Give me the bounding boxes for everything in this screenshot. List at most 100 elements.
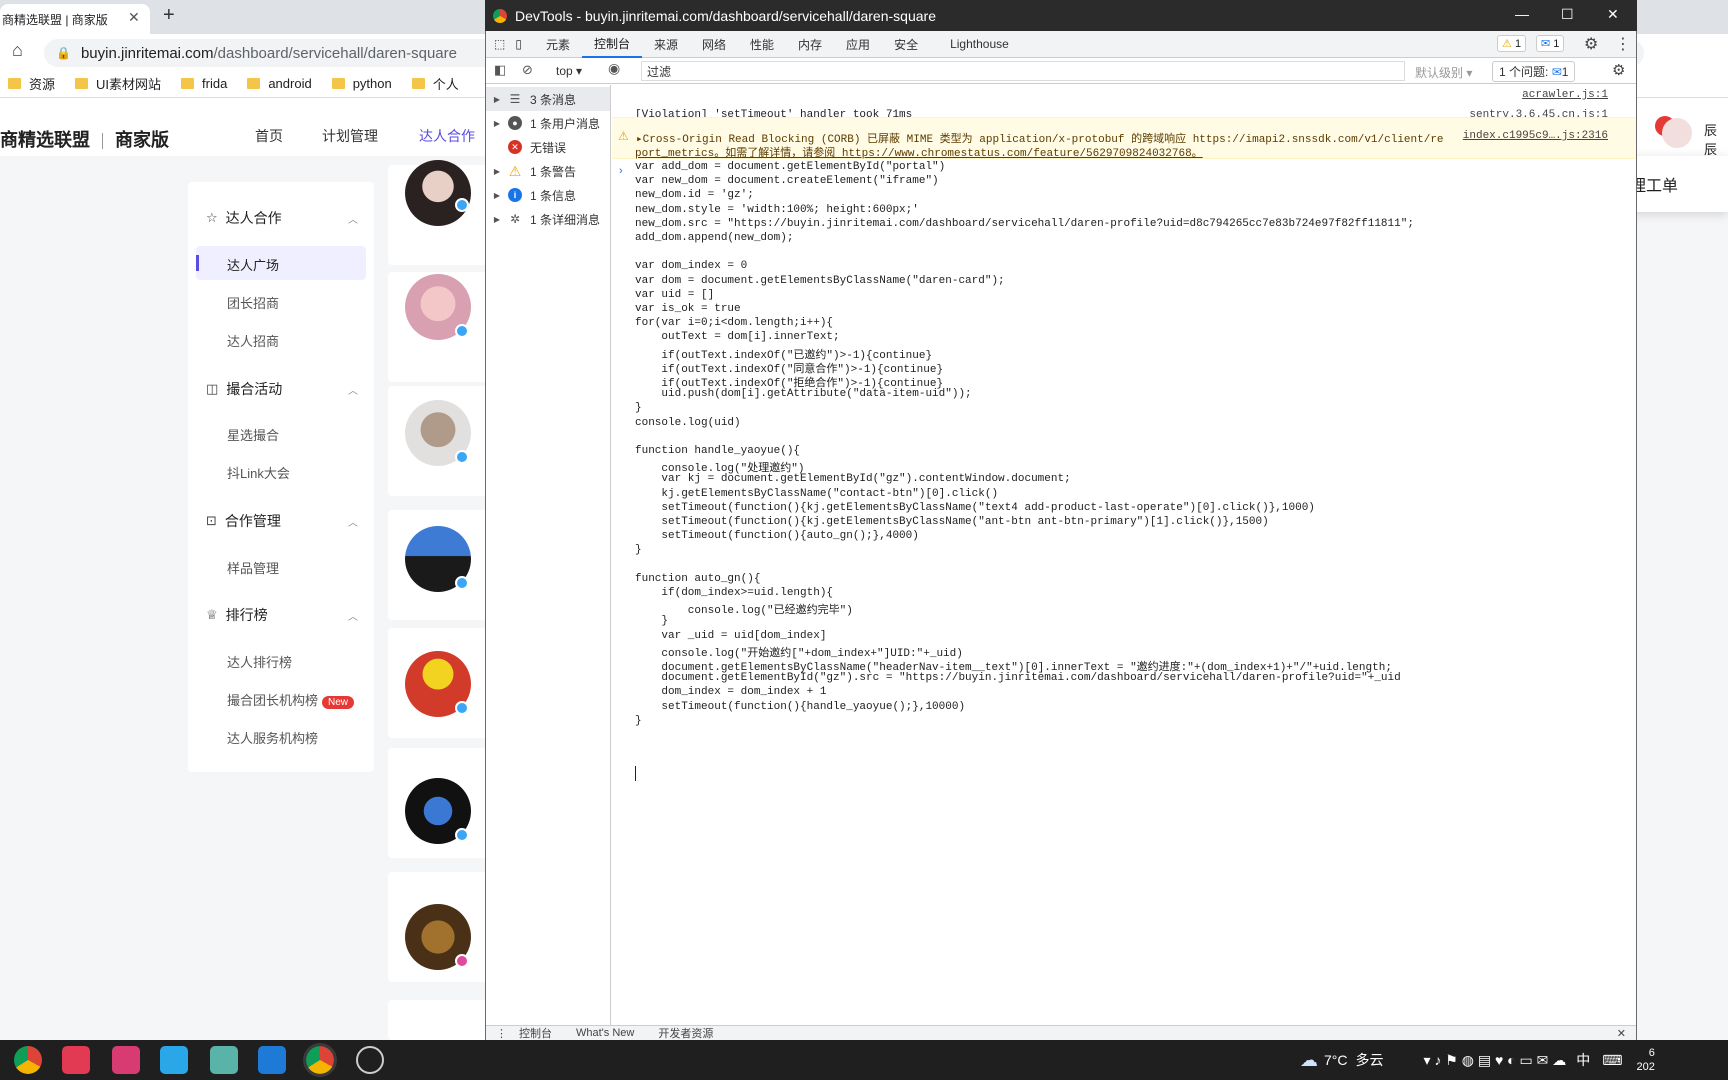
context-select[interactable]: top ▾ — [556, 64, 582, 78]
app-icon[interactable] — [160, 1046, 188, 1074]
bookmark-item[interactable]: frida — [181, 76, 227, 91]
code-line: setTimeout(function(){kj.getElementsByCl… — [635, 501, 1315, 514]
app-icon[interactable] — [62, 1046, 90, 1074]
tab-elements[interactable]: 元素 — [534, 31, 582, 58]
sidebar-item-daren-zhaoshang[interactable]: 达人招商 — [227, 331, 279, 350]
sidebar-group-cuohe[interactable]: ◫ 撮合活动 ︿ — [206, 379, 358, 399]
sidebar-toggle-icon[interactable]: ◧ — [494, 62, 506, 78]
tab-application[interactable]: 应用 — [834, 31, 882, 58]
username: 辰辰 — [1704, 123, 1718, 157]
sidebar-item-tuanzhang[interactable]: 团长招商 — [227, 293, 279, 312]
lock-icon: 🔒 — [56, 46, 71, 60]
nav-plan[interactable]: 计划管理 — [322, 126, 378, 146]
new-tab-icon[interactable]: + — [163, 4, 175, 27]
sidebar-messages[interactable]: ▶ ☰ 3 条消息 — [486, 87, 610, 111]
more-icon[interactable]: ⋮ — [1615, 34, 1631, 54]
handshake-icon: ⊡ — [206, 513, 217, 528]
bug-icon: ✲ — [509, 212, 521, 226]
nav-daren[interactable]: 达人合作 — [419, 126, 475, 146]
level-select[interactable]: 默认级别 ▾ — [1415, 64, 1472, 81]
sidebar-group-rank[interactable]: ♕ 排行榜 ︿ — [206, 605, 358, 625]
console-settings-icon[interactable]: ⚙ — [1612, 61, 1625, 79]
sidebar-group-hezuo[interactable]: ⊡ 合作管理 ︿ — [206, 511, 358, 531]
tab-network[interactable]: 网络 — [690, 31, 738, 58]
avatar[interactable] — [1662, 118, 1692, 148]
daren-card[interactable] — [388, 1000, 488, 1040]
clear-icon[interactable]: ⊘ — [522, 62, 533, 78]
vscode-icon[interactable] — [258, 1046, 286, 1074]
close-icon[interactable]: ✕ — [1617, 1027, 1626, 1040]
code-line: for(var i=0;i<dom.length;i++){ — [635, 317, 834, 330]
sidebar-item-service-rank[interactable]: 达人服务机构榜 — [227, 728, 318, 747]
code-line: } — [635, 714, 642, 727]
gender-icon — [455, 198, 469, 212]
code-line: } — [635, 402, 642, 415]
gear-icon[interactable]: ⚙ — [1584, 34, 1598, 54]
eye-icon[interactable]: ◉ — [608, 60, 620, 77]
console-cursor[interactable] — [635, 766, 636, 781]
code-line: outText = dom[i].innerText; — [635, 331, 840, 344]
sidebar-item-yangpin[interactable]: 样品管理 — [227, 558, 279, 577]
close-icon[interactable]: ✕ — [128, 9, 140, 26]
code-line: var _uid = uid[dom_index] — [635, 629, 827, 642]
app-icon[interactable] — [112, 1046, 140, 1074]
tab-performance[interactable]: 性能 — [738, 31, 786, 58]
minimize-icon[interactable]: — — [1515, 6, 1529, 22]
inspect-icon[interactable]: ⬚ — [486, 31, 511, 58]
weather-desc: 多云 — [1355, 1052, 1384, 1068]
drawer-tab-devresources[interactable]: 开发者资源 — [658, 1025, 713, 1041]
tab-sources[interactable]: 来源 — [642, 31, 690, 58]
sidebar-verbose[interactable]: ▶ ✲ 1 条详细消息 — [486, 207, 610, 231]
code-line: function handle_yaoyue(){ — [635, 445, 801, 457]
list-icon: ☰ — [509, 92, 521, 106]
code-line: var dom = document.getElementsByClassNam… — [635, 274, 1005, 287]
sidebar-errors[interactable]: ✕ 无错误 — [486, 135, 610, 159]
tab-lighthouse[interactable]: Lighthouse — [938, 31, 1021, 58]
warning-count[interactable]: ⚠ 1 — [1497, 35, 1527, 52]
sidebar-user-messages[interactable]: ▶ ● 1 条用户消息 — [486, 111, 610, 135]
sidebar-item-daren-rank[interactable]: 达人排行榜 — [227, 652, 292, 671]
tab-console[interactable]: 控制台 — [581, 31, 642, 58]
home-icon[interactable]: ⌂ — [12, 40, 23, 61]
source-link[interactable]: index.c1995c9….js:2316 — [1463, 130, 1608, 142]
app-icon[interactable] — [210, 1046, 238, 1074]
code-line: document.getElementById("gz").src = "htt… — [635, 672, 1401, 685]
message-count[interactable]: ✉ 1 — [1536, 35, 1565, 52]
avatar — [405, 160, 471, 226]
code-line: kj.getElementsByClassName("contact-btn")… — [635, 487, 999, 500]
sidebar-item-xingxuan[interactable]: 星选撮合 — [227, 425, 279, 444]
close-icon[interactable]: ✕ — [1607, 6, 1619, 23]
devtools-titlebar: DevTools - buyin.jinritemai.com/dashboar… — [485, 0, 1637, 31]
tab-memory[interactable]: 内存 — [786, 31, 834, 58]
folder-icon — [331, 78, 345, 89]
maximize-icon[interactable]: ☐ — [1561, 6, 1574, 23]
ime-indicator[interactable]: 中 — [1576, 1050, 1590, 1070]
system-tray: ☁ 7°C 多云 ▾ ♪ ⚑ ◍ ▤ ♥ ◐ ▭ ✉ ☁ 中 ⌨ 6 202 — [1300, 1040, 1655, 1080]
tray-icons[interactable]: ▾ ♪ ⚑ ◍ ▤ ♥ ◐ ▭ ✉ ☁ — [1424, 1052, 1567, 1069]
chrome-icon[interactable] — [14, 1046, 42, 1074]
bookmark-item[interactable]: 个人 — [411, 74, 459, 93]
filter-input[interactable]: 过滤 — [641, 61, 1405, 81]
device-toolbar-icon[interactable]: ▯ — [511, 31, 534, 58]
chrome-icon[interactable] — [303, 1043, 337, 1077]
sidebar-group-daren[interactable]: ☆ 达人合作 ︿ — [206, 208, 358, 228]
bookmark-item[interactable]: python — [331, 76, 392, 91]
drawer-menu-icon[interactable]: ⋮ — [496, 1027, 507, 1040]
obs-icon[interactable] — [356, 1046, 384, 1074]
tab-security[interactable]: 安全 — [882, 31, 930, 58]
issues-button[interactable]: 1 个问题: ✉1 — [1492, 61, 1576, 82]
drawer-tab-console[interactable]: 控制台 — [519, 1025, 552, 1041]
sidebar-item-daren-square[interactable]: 达人广场 — [227, 255, 279, 274]
sidebar-item-doulink[interactable]: 抖Link大会 — [227, 463, 290, 482]
sidebar-warnings[interactable]: ▶ ⚠ 1 条警告 — [486, 159, 610, 183]
sidebar-info[interactable]: ▶ i 1 条信息 — [486, 183, 610, 207]
bookmark-item[interactable]: 资源 — [8, 74, 55, 93]
bookmark-item[interactable]: android — [247, 76, 312, 91]
nav-home[interactable]: 首页 — [255, 126, 283, 146]
bookmark-item[interactable]: UI素材网站 — [75, 74, 161, 93]
keyboard-icon[interactable]: ⌨ — [1602, 1052, 1622, 1069]
drawer-tab-whatsnew[interactable]: What's New — [576, 1027, 634, 1039]
sidebar-item-tuanzhang-rank[interactable]: 撮合团长机构榜 New — [227, 690, 355, 709]
clock[interactable]: 6 202 — [1636, 1046, 1654, 1074]
source-link[interactable]: acrawler.js:1 — [1522, 89, 1608, 101]
